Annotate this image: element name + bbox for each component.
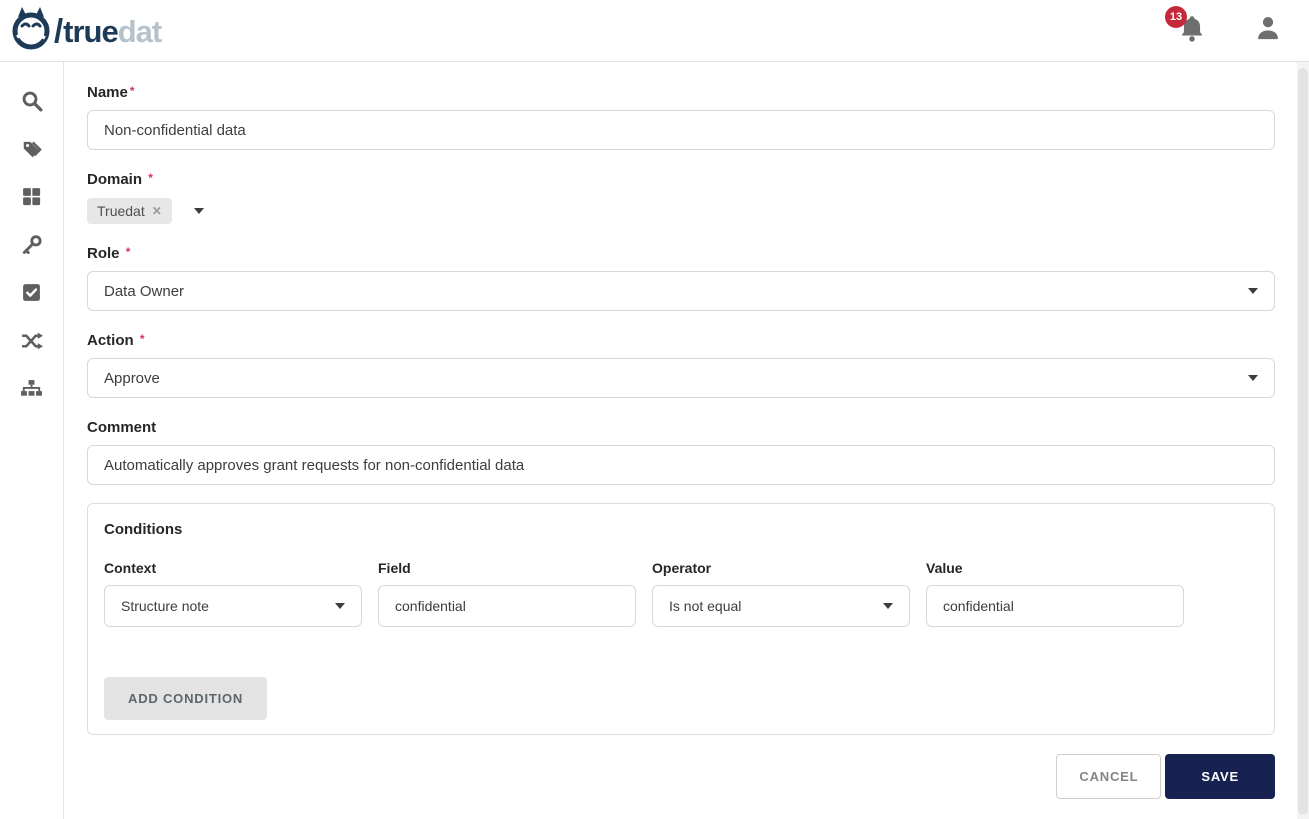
role-label: Role *	[87, 245, 1275, 262]
domain-field-block: Domain * Truedat ✕	[87, 171, 1275, 224]
chevron-down-icon	[883, 603, 893, 609]
context-selected-value: Structure note	[121, 598, 209, 614]
user-menu-button[interactable]	[1255, 14, 1281, 47]
save-button[interactable]: SAVE	[1165, 754, 1275, 799]
action-label: Action *	[87, 332, 1275, 349]
search-icon	[21, 90, 43, 117]
notifications-button[interactable]: 13	[1179, 14, 1207, 48]
sidebar-item-quality[interactable]	[12, 271, 52, 319]
sidebar-item-permissions[interactable]	[12, 223, 52, 271]
condition-operator-col: Operator Is not equal	[652, 560, 910, 627]
context-select[interactable]: Structure note	[104, 585, 362, 627]
sidebar-item-glossary[interactable]	[12, 127, 52, 175]
owl-icon	[10, 5, 52, 56]
add-condition-button[interactable]: ADD CONDITION	[104, 677, 267, 720]
condition-row: Context Structure note Field Operator Is…	[104, 560, 1258, 627]
chevron-down-icon	[1248, 288, 1258, 294]
required-asterisk: *	[140, 332, 145, 346]
chevron-down-icon	[335, 603, 345, 609]
grid-icon	[21, 186, 42, 212]
domain-label: Domain *	[87, 171, 1275, 188]
form-footer: CANCEL SAVE	[87, 754, 1275, 799]
operator-selected-value: Is not equal	[669, 598, 741, 614]
required-asterisk: *	[130, 84, 135, 98]
name-label: Name*	[87, 84, 1275, 101]
app-header: /truedat 13	[0, 0, 1309, 62]
comment-label: Comment	[87, 419, 1275, 436]
domain-dropdown-caret-icon[interactable]	[194, 208, 204, 214]
page-scrollbar[interactable]	[1297, 62, 1309, 819]
cancel-button[interactable]: CANCEL	[1056, 754, 1161, 799]
comment-field-block: Comment	[87, 419, 1275, 485]
field-input[interactable]	[378, 585, 636, 627]
name-input[interactable]	[87, 110, 1275, 150]
operator-label: Operator	[652, 560, 910, 576]
condition-field-col: Field	[378, 560, 636, 627]
scrollbar-thumb[interactable]	[1298, 68, 1308, 815]
action-select[interactable]: Approve	[87, 358, 1275, 398]
bell-icon	[1179, 31, 1205, 48]
domain-chip-label: Truedat	[97, 203, 145, 219]
action-selected-value: Approve	[104, 370, 160, 387]
sidebar-item-search[interactable]	[12, 79, 52, 127]
sitemap-icon	[20, 378, 43, 405]
chevron-down-icon	[1248, 375, 1258, 381]
chip-remove-icon[interactable]: ✕	[152, 204, 162, 218]
truedat-logo[interactable]: /truedat	[10, 5, 161, 56]
value-label: Value	[926, 560, 1184, 576]
sidebar-item-organization[interactable]	[12, 367, 52, 415]
approval-rule-form: Name* Domain * Truedat ✕ Role * Data Own…	[64, 62, 1297, 819]
operator-select[interactable]: Is not equal	[652, 585, 910, 627]
action-field-block: Action * Approve	[87, 332, 1275, 398]
sidebar-item-catalog[interactable]	[12, 175, 52, 223]
condition-value-col: Value	[926, 560, 1184, 627]
role-selected-value: Data Owner	[104, 283, 184, 300]
conditions-title: Conditions	[104, 521, 1258, 538]
sidebar-nav	[0, 62, 64, 819]
brand-wordmark: /truedat	[54, 12, 161, 50]
notification-count-badge: 13	[1165, 6, 1187, 28]
sidebar-item-lineage[interactable]	[12, 319, 52, 367]
value-input[interactable]	[926, 585, 1184, 627]
role-field-block: Role * Data Owner	[87, 245, 1275, 311]
check-square-icon	[21, 282, 42, 308]
comment-input[interactable]	[87, 445, 1275, 485]
conditions-section: Conditions Context Structure note Field …	[87, 503, 1275, 735]
required-asterisk: *	[126, 245, 131, 259]
shuffle-icon	[20, 330, 43, 357]
domain-chip: Truedat ✕	[87, 198, 172, 224]
tags-icon	[21, 138, 43, 165]
field-label: Field	[378, 560, 636, 576]
role-select[interactable]: Data Owner	[87, 271, 1275, 311]
required-asterisk: *	[148, 171, 153, 185]
condition-context-col: Context Structure note	[104, 560, 362, 627]
name-field-block: Name*	[87, 84, 1275, 150]
key-icon	[21, 234, 43, 261]
context-label: Context	[104, 560, 362, 576]
